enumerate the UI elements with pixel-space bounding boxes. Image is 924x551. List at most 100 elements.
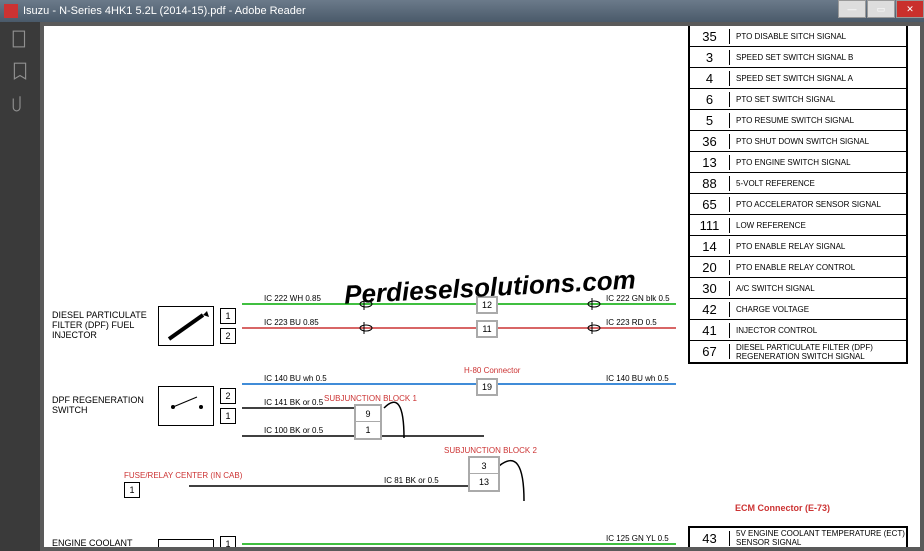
- fuse-relay-pin-1: 1: [124, 482, 140, 498]
- pin-number: 65: [690, 197, 730, 212]
- pin-description: 5-VOLT REFERENCE: [730, 179, 906, 188]
- pin-description: PTO SET SWITCH SIGNAL: [730, 95, 906, 104]
- fuse-relay-label: FUSE/RELAY CENTER (IN CAB): [124, 471, 242, 480]
- pin-number: 30: [690, 281, 730, 296]
- pin-description: PTO DISABLE SITCH SIGNAL: [730, 32, 906, 41]
- pin-description: SPEED SET SWITCH SIGNAL B: [730, 53, 906, 62]
- pin-number: 67: [690, 344, 730, 359]
- pin-number: 4: [690, 71, 730, 86]
- ect-sensor-symbol: [158, 539, 214, 547]
- subjunction-1-label: SUBJUNCTION BLOCK 1: [324, 394, 417, 403]
- pin-number: 3: [690, 50, 730, 65]
- close-button[interactable]: ✕: [896, 0, 924, 18]
- subjunction-1: 9 1: [354, 404, 382, 440]
- pin-number: 36: [690, 134, 730, 149]
- pin-row: 6PTO SET SWITCH SIGNAL: [690, 89, 906, 110]
- pages-icon[interactable]: [11, 30, 29, 48]
- pin-description: DIESEL PARTICULATE FILTER (DPF) REGENERA…: [730, 343, 906, 361]
- connector-11: 11: [476, 320, 498, 338]
- pin-number: 35: [690, 29, 730, 44]
- dpf-regen-pin-1: 1: [220, 408, 236, 424]
- pin-row: 30A/C SWITCH SIGNAL: [690, 278, 906, 299]
- sub2-pin-3: 3: [470, 458, 498, 474]
- pin-description: SPEED SET SWITCH SIGNAL A: [730, 74, 906, 83]
- pin-description: PTO RESUME SWITCH SIGNAL: [730, 116, 906, 125]
- pin-row: 36PTO SHUT DOWN SWITCH SIGNAL: [690, 131, 906, 152]
- pin-description: PTO ACCELERATOR SENSOR SIGNAL: [730, 200, 906, 209]
- titlebar: Isuzu - N-Series 4HK1 5.2L (2014-15).pdf…: [0, 0, 924, 22]
- pin-row: 67DIESEL PARTICULATE FILTER (DPF) REGENE…: [690, 341, 906, 362]
- pin-description: PTO ENABLE RELAY CONTROL: [730, 263, 906, 272]
- sub1-pin-1: 1: [356, 422, 380, 438]
- pin-row: 20PTO ENABLE RELAY CONTROL: [690, 257, 906, 278]
- pin-number: 20: [690, 260, 730, 275]
- pin-number: 6: [690, 92, 730, 107]
- dpf-regen-symbol: [158, 386, 214, 426]
- dpf-injector-pin-1: 1: [220, 308, 236, 324]
- wire-label: IC 223 RD 0.5: [606, 318, 657, 327]
- dpf-injector-component: DIESEL PARTICULATE FILTER (DPF) FUEL INJ…: [52, 306, 236, 346]
- dpf-regen-component: DPF REGENERATION SWITCH 2 1: [52, 386, 236, 426]
- pin-row: 435V ENGINE COOLANT TEMPERATURE (ECT) SE…: [690, 528, 906, 547]
- pin-row: 42CHARGE VOLTAGE: [690, 299, 906, 320]
- pin-description: PTO SHUT DOWN SWITCH SIGNAL: [730, 137, 906, 146]
- page-area: 35PTO DISABLE SITCH SIGNAL3SPEED SET SWI…: [40, 22, 924, 551]
- wire-label: IC 81 BK or 0.5: [384, 476, 439, 485]
- pin-row: 3SPEED SET SWITCH SIGNAL B: [690, 47, 906, 68]
- h80-connector-label: H-80 Connector: [464, 366, 520, 375]
- ect-sensor-pin-1: 1: [220, 536, 236, 547]
- pin-number: 13: [690, 155, 730, 170]
- pin-table-main: 35PTO DISABLE SITCH SIGNAL3SPEED SET SWI…: [688, 26, 908, 364]
- pin-number: 14: [690, 239, 730, 254]
- pin-description: PTO ENABLE RELAY SIGNAL: [730, 242, 906, 251]
- connector-19: 19: [476, 378, 498, 396]
- pin-number: 111: [690, 218, 730, 233]
- subjunction-2-label: SUBJUNCTION BLOCK 2: [444, 446, 537, 455]
- pin-description: LOW REFERENCE: [730, 221, 906, 230]
- dpf-injector-pin-2: 2: [220, 328, 236, 344]
- pin-description: CHARGE VOLTAGE: [730, 305, 906, 314]
- pin-row: 41INJECTOR CONTROL: [690, 320, 906, 341]
- ecm-connector-label: ECM Connector (E-73): [735, 503, 830, 513]
- pin-number: 42: [690, 302, 730, 317]
- pin-number: 88: [690, 176, 730, 191]
- document-page: 35PTO DISABLE SITCH SIGNAL3SPEED SET SWI…: [44, 26, 920, 547]
- wire-label: IC 141 BK or 0.5: [264, 398, 323, 407]
- pin-row: 13PTO ENGINE SWITCH SIGNAL: [690, 152, 906, 173]
- sidebar: [0, 22, 40, 551]
- window-controls: — ▭ ✕: [837, 0, 924, 18]
- wire-label: IC 125 GN YL 0.5: [606, 534, 669, 543]
- pin-number: 43: [690, 531, 730, 546]
- pin-description: A/C SWITCH SIGNAL: [730, 284, 906, 293]
- fuse-relay-component: FUSE/RELAY CENTER (IN CAB) 1: [124, 470, 242, 498]
- wire-label: IC 140 BU wh 0.5: [606, 374, 669, 383]
- dpf-injector-symbol: [158, 306, 214, 346]
- minimize-button[interactable]: —: [838, 0, 866, 18]
- dpf-regen-label: DPF REGENERATION SWITCH: [52, 396, 152, 416]
- wire-label: IC 222 GN blk 0.5: [606, 294, 670, 303]
- app-icon: [4, 4, 18, 18]
- wire-label: IC 100 BK or 0.5: [264, 426, 323, 435]
- sub2-pin-13: 13: [470, 474, 498, 490]
- pin-row: 111LOW REFERENCE: [690, 215, 906, 236]
- pin-row: 5PTO RESUME SWITCH SIGNAL: [690, 110, 906, 131]
- connector-12: 12: [476, 296, 498, 314]
- wire-label: IC 140 BU wh 0.5: [264, 374, 327, 383]
- pin-description: 5V ENGINE COOLANT TEMPERATURE (ECT) SENS…: [730, 529, 906, 547]
- maximize-button[interactable]: ▭: [867, 0, 895, 18]
- pin-row: 14PTO ENABLE RELAY SIGNAL: [690, 236, 906, 257]
- pin-number: 5: [690, 113, 730, 128]
- subjunction-2: 3 13: [468, 456, 500, 492]
- pin-table-ecm: 435V ENGINE COOLANT TEMPERATURE (ECT) SE…: [688, 526, 908, 547]
- pin-row: 885-VOLT REFERENCE: [690, 173, 906, 194]
- ect-sensor-label: ENGINE COOLANT TEMPERATURE (ECT) SENSOR: [52, 539, 152, 547]
- attachment-icon[interactable]: [11, 94, 29, 112]
- pin-row: 65PTO ACCELERATOR SENSOR SIGNAL: [690, 194, 906, 215]
- wire-label: IC 222 WH 0.85: [264, 294, 321, 303]
- ect-sensor-component: ENGINE COOLANT TEMPERATURE (ECT) SENSOR …: [52, 536, 236, 547]
- dpf-regen-pin-2: 2: [220, 388, 236, 404]
- window-title: Isuzu - N-Series 4HK1 5.2L (2014-15).pdf…: [23, 5, 306, 17]
- pin-description: PTO ENGINE SWITCH SIGNAL: [730, 158, 906, 167]
- dpf-injector-label: DIESEL PARTICULATE FILTER (DPF) FUEL INJ…: [52, 311, 152, 341]
- bookmark-icon[interactable]: [11, 62, 29, 80]
